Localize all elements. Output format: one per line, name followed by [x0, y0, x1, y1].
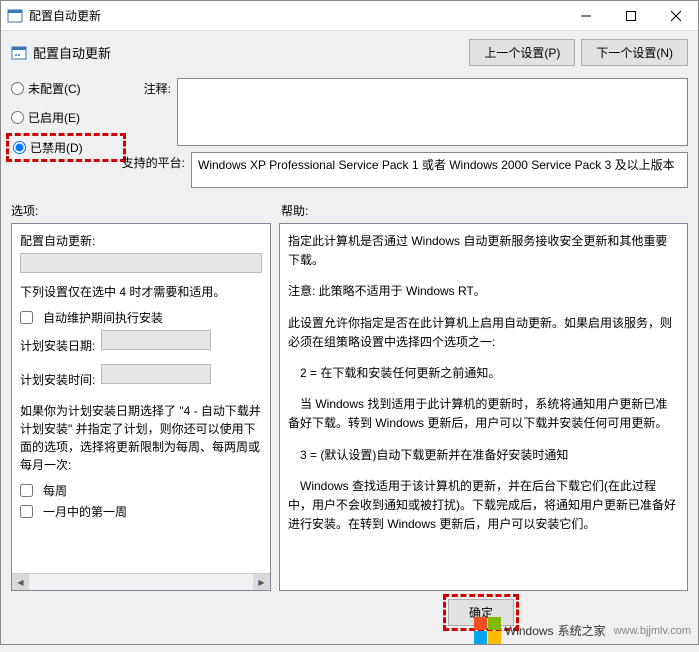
radio-unconfigured[interactable]: 未配置(C)	[11, 80, 121, 97]
next-setting-button[interactable]: 下一个设置(N)	[581, 39, 688, 66]
app-icon	[7, 8, 23, 24]
opt-plan-time-row: 计划安装时间:	[20, 364, 262, 394]
content: 配置自动更新 上一个设置(P) 下一个设置(N) 未配置(C) 已启用(E) 已…	[1, 31, 698, 644]
opt-cb-week-row: 每周	[20, 482, 262, 499]
policy-icon	[11, 45, 27, 61]
help-p3: 此设置允许你指定是否在此计算机上启用自动更新。如果启用该服务，则必须在组策略设置…	[288, 314, 679, 352]
opt-cb-auto[interactable]	[20, 311, 33, 324]
help-p6: 3 = (默认设置)自动下载更新并在准备好安装时通知	[288, 446, 679, 465]
radio-disabled-input[interactable]	[13, 141, 26, 154]
opt-title: 配置自动更新:	[20, 232, 262, 249]
opt-plan-date-select[interactable]	[101, 330, 211, 350]
hscroll-track[interactable]	[29, 574, 253, 590]
hscroll-right-icon[interactable]: ▶	[253, 574, 270, 590]
opt-config-select[interactable]	[20, 253, 262, 273]
opt-cb-week[interactable]	[20, 484, 33, 497]
opt-plan-date-label: 计划安装日期:	[20, 337, 95, 354]
help-p4: 2 = 在下载和安装任何更新之前通知。	[288, 364, 679, 383]
platform-row: 支持的平台: Windows XP Professional Service P…	[121, 152, 688, 188]
ok-highlight: 确定	[448, 599, 514, 626]
opt-cb-first[interactable]	[20, 505, 33, 518]
opt-cb-auto-label: 自动维护期间执行安装	[43, 309, 163, 326]
radio-unconfigured-label: 未配置(C)	[28, 80, 81, 97]
comment-row: 注释:	[121, 78, 688, 146]
header-row: 配置自动更新 上一个设置(P) 下一个设置(N)	[11, 39, 688, 66]
opt-note1: 下列设置仅在选中 4 时才需要和适用。	[20, 283, 262, 301]
radio-group: 未配置(C) 已启用(E) 已禁用(D)	[11, 78, 121, 188]
right-fields: 注释: 支持的平台: Windows XP Professional Servi…	[121, 78, 688, 188]
prev-setting-button[interactable]: 上一个设置(P)	[469, 39, 575, 66]
minimize-button[interactable]	[563, 1, 608, 30]
platform-box[interactable]: Windows XP Professional Service Pack 1 或…	[191, 152, 688, 188]
options-scroll: 配置自动更新: 下列设置仅在选中 4 时才需要和适用。 自动维护期间执行安装 计…	[20, 232, 262, 582]
help-p7: Windows 查找适用于该计算机的更新，并在后台下载它们(在此过程中，用户不会…	[288, 477, 679, 535]
radio-unconfigured-input[interactable]	[11, 82, 24, 95]
radio-disabled-highlight: 已禁用(D)	[11, 138, 121, 157]
radio-disabled-label: 已禁用(D)	[30, 139, 83, 156]
radio-enabled-label: 已启用(E)	[28, 109, 80, 126]
close-button[interactable]	[653, 1, 698, 30]
panels: 配置自动更新: 下列设置仅在选中 4 时才需要和适用。 自动维护期间执行安装 计…	[11, 223, 688, 591]
platform-label: 支持的平台:	[121, 152, 191, 188]
options-panel: 配置自动更新: 下列设置仅在选中 4 时才需要和适用。 自动维护期间执行安装 计…	[11, 223, 271, 591]
opt-note2: 如果你为计划安装日期选择了 "4 - 自动下载并计划安装" 并指定了计划，则你还…	[20, 402, 262, 474]
opt-plan-time-select[interactable]	[101, 364, 211, 384]
opt-cb-week-label: 每周	[43, 482, 67, 499]
maximize-button[interactable]	[608, 1, 653, 30]
opt-plan-date-row: 计划安装日期:	[20, 330, 262, 360]
window-title: 配置自动更新	[29, 7, 563, 24]
config-row: 未配置(C) 已启用(E) 已禁用(D) 注释:	[11, 78, 688, 188]
opt-cb-first-label: 一月中的第一周	[43, 503, 127, 520]
comment-input[interactable]	[177, 78, 688, 146]
footer: 确定 取消 应用(A)	[11, 591, 688, 634]
page-title: 配置自动更新	[33, 43, 463, 62]
comment-label: 注释:	[121, 78, 177, 146]
window: 配置自动更新 配置自动更新 上一个设置(P) 下一个设置(N) 未配置(C)	[0, 0, 699, 645]
help-p1: 指定此计算机是否通过 Windows 自动更新服务接收安全更新和其他重要下载。	[288, 232, 679, 270]
options-label: 选项:	[11, 202, 281, 219]
radio-enabled-input[interactable]	[11, 111, 24, 124]
opt-cb-auto-row: 自动维护期间执行安装	[20, 309, 262, 326]
hscroll-left-icon[interactable]: ◀	[12, 574, 29, 590]
options-hscroll[interactable]: ◀ ▶	[12, 573, 270, 590]
help-p5: 当 Windows 找到适用于此计算机的更新时，系统将通知用户更新已准备好下载。…	[288, 395, 679, 433]
radio-disabled[interactable]: 已禁用(D)	[13, 139, 119, 156]
help-label: 帮助:	[281, 202, 688, 219]
section-labels: 选项: 帮助:	[11, 202, 688, 219]
opt-plan-time-label: 计划安装时间:	[20, 371, 95, 388]
help-panel: 指定此计算机是否通过 Windows 自动更新服务接收安全更新和其他重要下载。 …	[279, 223, 688, 591]
ok-button[interactable]: 确定	[448, 599, 514, 626]
radio-enabled[interactable]: 已启用(E)	[11, 109, 121, 126]
opt-cb-first-row: 一月中的第一周	[20, 503, 262, 520]
titlebar: 配置自动更新	[1, 1, 698, 31]
help-p2: 注意: 此策略不适用于 Windows RT。	[288, 282, 679, 301]
